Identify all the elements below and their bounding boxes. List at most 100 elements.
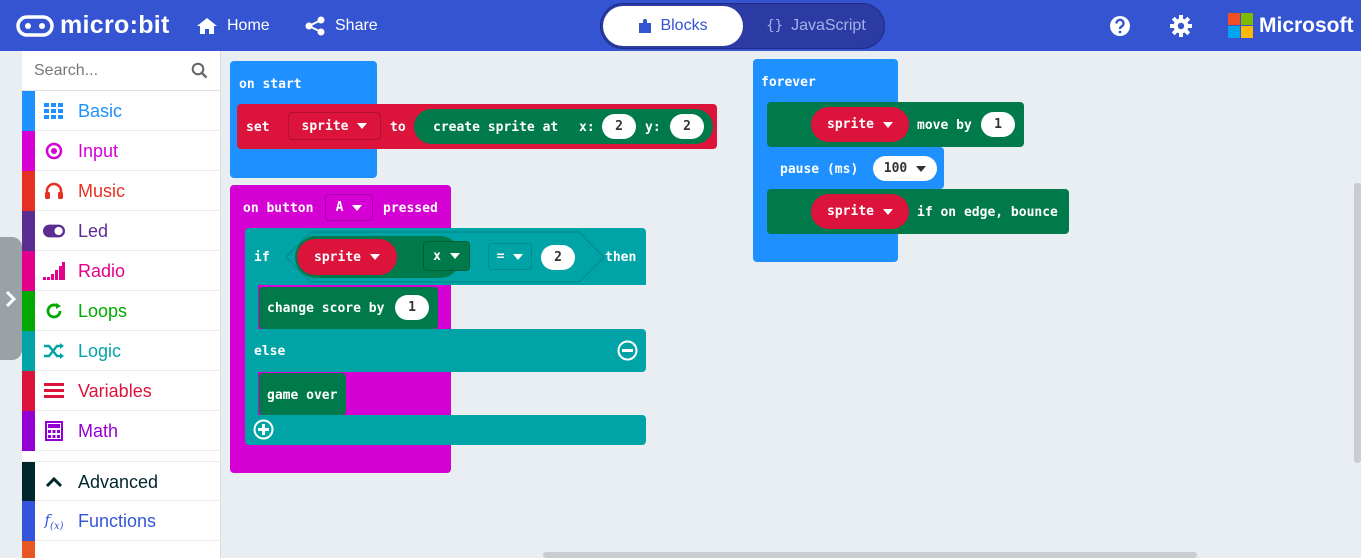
forever-label: forever	[761, 75, 816, 90]
category-functions[interactable]: f(x) Functions	[22, 501, 221, 541]
create-sprite-label: create sprite at	[433, 120, 559, 135]
settings-button[interactable]	[1169, 0, 1202, 51]
score-value-input[interactable]: 1	[395, 295, 429, 320]
bounce-label: if on edge, bounce	[917, 205, 1058, 220]
category-color-bar	[22, 251, 35, 291]
microsoft-logo[interactable]: Microsoft	[1228, 0, 1354, 51]
category-label: Led	[78, 221, 109, 241]
microbit-icon	[16, 14, 54, 37]
category-color-bar	[22, 131, 35, 171]
top-menu-bar: micro:bit Home Share Blocks {} JavaScrip…	[0, 0, 1361, 51]
tab-javascript[interactable]: {} JavaScript	[751, 6, 881, 46]
function-icon: f(x)	[44, 510, 64, 532]
category-loops[interactable]: Loops	[22, 291, 221, 331]
set-variable-block[interactable]: set sprite to create sprite at x: 2 y: 2	[237, 104, 717, 149]
pause-block[interactable]: pause (ms) 100	[768, 147, 944, 189]
dropdown-arrow-icon	[449, 253, 460, 259]
else-block-spine	[245, 372, 258, 416]
category-arrays-partial[interactable]	[22, 541, 221, 558]
share-button[interactable]: Share	[304, 0, 378, 51]
category-music[interactable]: Music	[22, 171, 221, 211]
category-input[interactable]: Input	[22, 131, 221, 171]
y-value-input[interactable]: 2	[670, 114, 704, 139]
dropdown-arrow-icon	[882, 121, 893, 128]
button-dropdown[interactable]: A	[325, 194, 373, 221]
toolbox: Basic Input Music Led	[22, 51, 221, 558]
category-advanced[interactable]: Advanced	[22, 461, 221, 502]
category-logic[interactable]: Logic	[22, 331, 221, 371]
help-button[interactable]	[1109, 0, 1140, 51]
microbit-logo[interactable]: micro:bit	[16, 0, 170, 51]
puzzle-icon	[639, 19, 652, 33]
operator-dropdown[interactable]: =	[488, 243, 532, 270]
category-color-bar	[22, 411, 35, 451]
category-basic[interactable]: Basic	[22, 91, 221, 131]
home-icon	[197, 17, 217, 34]
move-by-block[interactable]: sprite move by 1	[767, 102, 1024, 147]
category-label: Math	[78, 421, 119, 441]
search-input[interactable]	[34, 59, 184, 83]
braces-icon: {}	[766, 18, 784, 34]
sprite-variable-dropdown[interactable]: sprite	[297, 239, 397, 275]
x-value-input[interactable]: 2	[602, 114, 636, 139]
category-color-bar	[22, 501, 35, 541]
category-math[interactable]: Math	[22, 411, 221, 451]
sprite-name: sprite	[827, 204, 874, 219]
category-label: Variables	[78, 381, 152, 401]
sprite-name: sprite	[827, 117, 874, 132]
compare-value-input[interactable]: 2	[541, 245, 575, 270]
editor-toggle: Blocks {} JavaScript	[600, 3, 885, 49]
toolbox-expander[interactable]	[0, 237, 22, 360]
category-led[interactable]: Led	[22, 211, 221, 251]
makecode-editor: micro:bit Home Share Blocks {} JavaScrip…	[0, 0, 1361, 558]
property-value: x	[433, 248, 441, 264]
vertical-scrollbar[interactable]	[1354, 183, 1361, 463]
pause-label: pause (ms)	[780, 162, 859, 177]
share-icon	[305, 16, 325, 35]
category-label: Functions	[78, 511, 157, 531]
home-label: Home	[227, 16, 270, 34]
microsoft-squares-icon	[1228, 13, 1253, 38]
pressed-label: pressed	[383, 201, 438, 216]
change-score-block[interactable]: change score by 1	[259, 287, 438, 329]
category-variables[interactable]: Variables	[22, 371, 221, 411]
y-label: y:	[645, 120, 661, 135]
grid-icon	[43, 100, 65, 122]
category-color-bar	[22, 541, 35, 558]
horizontal-scrollbar[interactable]	[543, 552, 1197, 558]
category-label: Input	[78, 141, 119, 161]
signal-bars-icon	[43, 260, 65, 282]
sprite-variable-dropdown[interactable]: sprite	[811, 107, 909, 142]
game-over-block[interactable]: game over	[259, 373, 346, 415]
move-by-label: move by	[917, 118, 972, 133]
bounce-block[interactable]: sprite if on edge, bounce	[767, 189, 1069, 234]
if-block-spine	[245, 285, 258, 330]
chevron-up-icon	[43, 471, 65, 493]
category-color-bar	[22, 291, 35, 331]
blocks-workspace[interactable]: on start set sprite to create sprite at …	[221, 51, 1361, 558]
then-label: then	[605, 250, 637, 265]
variable-dropdown[interactable]: sprite	[288, 112, 381, 140]
category-color-bar	[22, 371, 35, 411]
sprite-variable-dropdown[interactable]: sprite	[811, 194, 909, 229]
help-icon	[1110, 15, 1130, 36]
x-label: x:	[579, 120, 595, 135]
if-block[interactable]: if sprite x = 2 then	[245, 228, 646, 285]
home-button[interactable]: Home	[196, 0, 270, 51]
search-icon[interactable]	[191, 62, 208, 79]
property-dropdown[interactable]: x	[423, 241, 470, 271]
logo-text: micro:bit	[60, 11, 170, 39]
category-radio[interactable]: Radio	[22, 251, 221, 291]
tab-blocks-label: Blocks	[660, 17, 708, 34]
dropdown-arrow-icon	[513, 253, 524, 260]
category-label: Basic	[78, 101, 123, 121]
move-value-input[interactable]: 1	[981, 112, 1015, 137]
button-value: A	[335, 200, 344, 215]
toggle-icon	[43, 220, 65, 242]
pause-value-dropdown[interactable]: 100	[873, 156, 937, 181]
minus-circle-icon[interactable]	[617, 340, 638, 361]
create-sprite-block[interactable]: create sprite at x: 2 y: 2	[414, 109, 713, 144]
plus-circle-icon[interactable]	[253, 419, 274, 440]
tab-blocks[interactable]: Blocks	[603, 6, 743, 46]
tab-javascript-label: JavaScript	[791, 17, 866, 34]
